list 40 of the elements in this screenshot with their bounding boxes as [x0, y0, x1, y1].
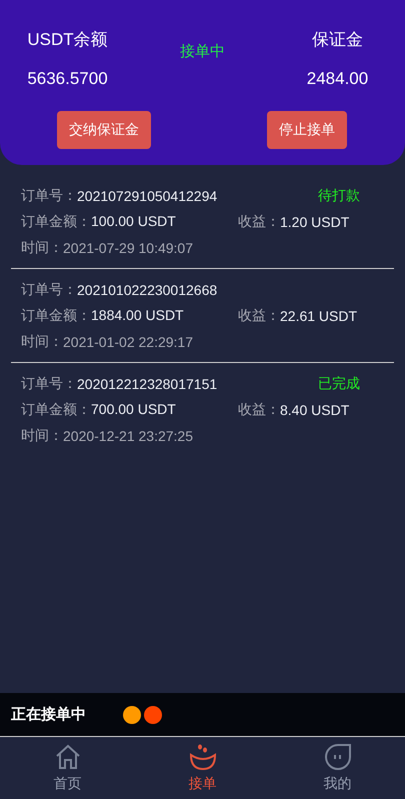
- nav-tab[interactable]: 首页: [0, 737, 135, 799]
- profit-label: 收益：: [238, 306, 280, 324]
- profit-value: 1.20 USDT: [280, 214, 350, 230]
- profit-value: 22.61 USDT: [280, 308, 358, 324]
- time-value: 2020-12-21 23:27:25: [63, 428, 193, 444]
- time-label: 时间：: [21, 238, 63, 256]
- order-no-label: 订单号：: [21, 374, 77, 392]
- order-no: 202107291050412294: [77, 188, 218, 204]
- order-no-label: 订单号：: [21, 186, 77, 204]
- balance-value: 5636.5700: [27, 69, 108, 89]
- profit-label: 收益：: [238, 400, 280, 418]
- pay-deposit-button[interactable]: 交纳保证金: [57, 111, 151, 149]
- deposit-label: 保证金: [312, 29, 363, 51]
- amount-label: 订单金额：: [21, 400, 91, 418]
- order-no-label: 订单号：: [21, 280, 77, 298]
- status-text: 接单中: [180, 42, 225, 61]
- time-value: 2021-01-02 22:29:17: [63, 334, 193, 350]
- home-icon: [54, 743, 82, 771]
- time-label: 时间：: [21, 426, 63, 444]
- order-no: 202012212328017151: [77, 376, 218, 392]
- amount-value: 100.00 USDT: [91, 212, 176, 230]
- time-label: 时间：: [21, 332, 63, 350]
- order-status: 已完成: [318, 374, 360, 392]
- profit-label: 收益：: [238, 212, 280, 230]
- order-no: 202101022230012668: [77, 282, 218, 298]
- stop-button[interactable]: 停止接单: [267, 111, 347, 149]
- nav-tab[interactable]: 我的: [270, 737, 405, 799]
- deposit-value: 2484.00: [306, 69, 368, 89]
- amount-value: 700.00 USDT: [91, 400, 176, 418]
- bowl-icon: [188, 743, 216, 771]
- amount-label: 订单金额：: [21, 212, 91, 230]
- time-value: 2021-07-29 10:49:07: [63, 240, 193, 256]
- profit-value: 8.40 USDT: [280, 402, 350, 418]
- amount-label: 订单金额：: [21, 306, 91, 324]
- nav-tab[interactable]: 接单: [135, 737, 270, 799]
- balance-label: USDT余额: [27, 29, 108, 51]
- chat-face-icon: [324, 743, 352, 771]
- amount-value: 1884.00 USDT: [91, 306, 184, 324]
- order-status: 待打款: [318, 186, 360, 204]
- status-bar-text: 正在接单中: [11, 705, 87, 724]
